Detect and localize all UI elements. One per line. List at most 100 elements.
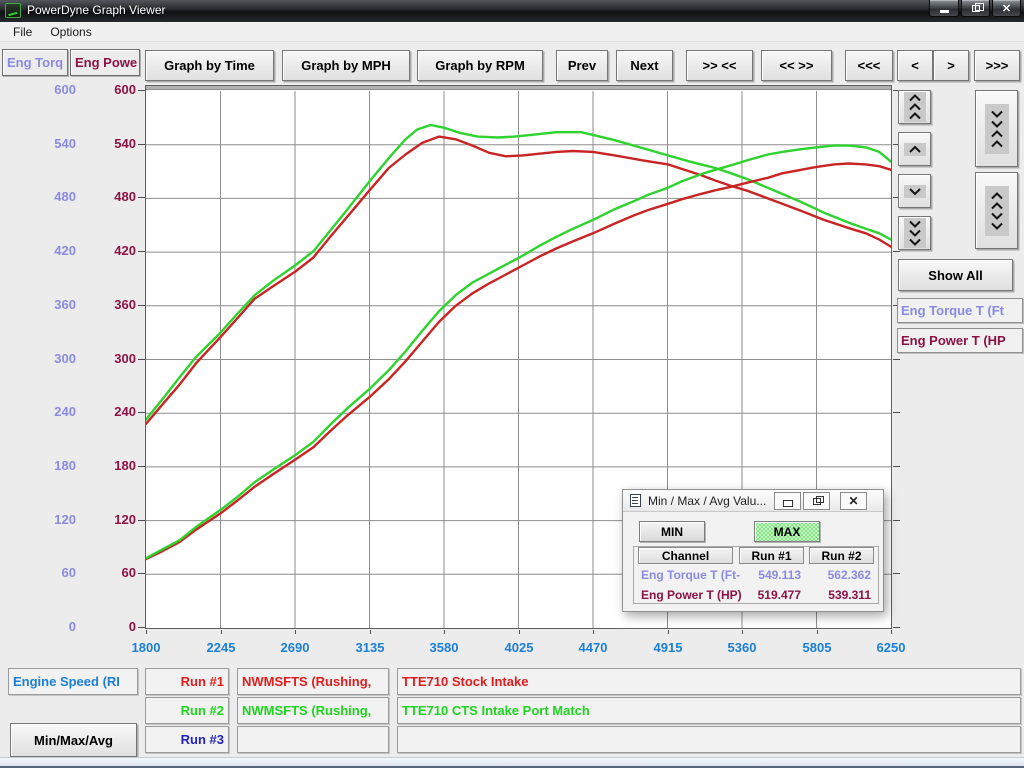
minmax-close-button[interactable]: ✕	[840, 492, 867, 510]
run3-description-box[interactable]	[397, 726, 1021, 753]
torque-channel-label[interactable]: Eng Torque T (Ft	[897, 298, 1023, 323]
minmax-close-icon: ✕	[848, 494, 858, 508]
graph-by-mph-button[interactable]: Graph by MPH	[282, 50, 410, 81]
zoom-out-x-button[interactable]: << >>	[761, 50, 832, 81]
channel-column-header[interactable]: Channel	[638, 547, 733, 564]
minmax-row-power-run2: 539.311	[811, 588, 871, 602]
collapse-range-button[interactable]	[975, 90, 1018, 167]
y-tick	[138, 359, 145, 360]
scale-up-fast-button[interactable]	[898, 90, 931, 124]
power-axis-label-300: 300	[88, 351, 136, 366]
y-tick	[138, 573, 145, 574]
scroll-far-left-button[interactable]: <<<	[845, 50, 893, 81]
chevron-triple-down-icon	[904, 218, 926, 248]
run3-label[interactable]: Run #3	[145, 726, 229, 753]
x-channel-box[interactable]: Engine Speed (RI	[8, 668, 138, 695]
chevrons-collapse-icon	[985, 104, 1009, 154]
expand-range-button[interactable]	[975, 172, 1018, 249]
scroll-far-right-button[interactable]: >>>	[974, 50, 1020, 81]
torque-axis-label-300: 300	[28, 351, 76, 366]
y-tick	[893, 251, 900, 252]
max-toggle-button[interactable]: MAX	[754, 521, 820, 542]
y-tick	[138, 305, 145, 306]
x-axis-label-3580: 3580	[414, 640, 474, 655]
x-axis-label-3135: 3135	[340, 640, 400, 655]
minmax-title-bar[interactable]: Min / Max / Avg Valu... ✕	[623, 490, 883, 512]
chevrons-expand-icon	[985, 186, 1009, 236]
minmax-minimize-button[interactable]	[774, 492, 801, 510]
zoom-in-x-button[interactable]: >> <<	[686, 50, 753, 81]
x-axis-label-4470: 4470	[563, 640, 623, 655]
window-bottom-border	[0, 757, 1024, 768]
run1-description-box[interactable]: TTE710 Stock Intake	[397, 668, 1021, 695]
y-tick	[138, 627, 145, 628]
menu-options[interactable]: Options	[41, 23, 100, 41]
power-axis-label-180: 180	[88, 458, 136, 473]
power-axis-label-480: 480	[88, 189, 136, 204]
run2-label[interactable]: Run #2	[145, 697, 229, 724]
y-tick	[893, 359, 900, 360]
power-axis-label-240: 240	[88, 404, 136, 419]
menu-bar: File Options	[0, 22, 1024, 42]
scale-down-fast-button[interactable]	[898, 216, 931, 250]
y-tick	[893, 573, 900, 574]
show-all-button[interactable]: Show All	[898, 259, 1013, 291]
close-icon: ✕	[1002, 2, 1011, 15]
power-channel-label[interactable]: Eng Power T (HP	[897, 328, 1023, 353]
scroll-right-button[interactable]: >	[933, 50, 969, 81]
restore-button[interactable]	[961, 0, 990, 17]
y-tick	[138, 90, 145, 91]
x-axis-label-2245: 2245	[191, 640, 251, 655]
prev-button[interactable]: Prev	[556, 50, 608, 81]
minmax-avg-button[interactable]: Min/Max/Avg	[10, 723, 137, 757]
run2-column-header[interactable]: Run #2	[809, 547, 874, 564]
minmax-restore-button[interactable]	[803, 492, 830, 510]
run2-source-box[interactable]: NWMSFTS (Rushing,	[237, 697, 389, 724]
power-axis-label-120: 120	[88, 512, 136, 527]
x-axis-label-5360: 5360	[712, 640, 772, 655]
minimize-button[interactable]	[929, 0, 959, 17]
minmax-row-power-run1: 519.477	[741, 588, 801, 602]
window-title: PowerDyne Graph Viewer	[27, 3, 166, 17]
minmax-window-icon	[630, 494, 641, 507]
close-button[interactable]: ✕	[992, 0, 1021, 17]
run1-column-header[interactable]: Run #1	[739, 547, 804, 564]
tab-eng-torque[interactable]: Eng Torq	[2, 49, 68, 76]
x-axis-label-1800: 1800	[116, 640, 176, 655]
minmax-window: Min / Max / Avg Valu... ✕ MIN MAX Channe…	[622, 489, 884, 612]
run1-source-box[interactable]: NWMSFTS (Rushing,	[237, 668, 389, 695]
scale-up-button[interactable]	[898, 132, 931, 166]
restore-icon	[972, 5, 980, 12]
tab-eng-power[interactable]: Eng Powe	[70, 49, 140, 76]
y-tick	[138, 412, 145, 413]
run3-source-box[interactable]	[237, 726, 389, 753]
y-tick	[138, 520, 145, 521]
x-tick	[817, 630, 818, 634]
x-axis-label-2690: 2690	[265, 640, 325, 655]
torque-axis-label-240: 240	[28, 404, 76, 419]
torque-axis-label-420: 420	[28, 243, 76, 258]
torque-axis-label-120: 120	[28, 512, 76, 527]
x-tick	[221, 630, 222, 634]
torque-axis-label-60: 60	[28, 565, 76, 580]
next-button[interactable]: Next	[616, 50, 673, 81]
scroll-left-button[interactable]: <	[897, 50, 933, 81]
x-tick	[295, 630, 296, 634]
plot-top-band	[146, 86, 891, 90]
power-axis-label-60: 60	[88, 565, 136, 580]
torque-axis-label-0: 0	[28, 619, 76, 634]
torque-axis-label-540: 540	[28, 136, 76, 151]
run1-label[interactable]: Run #1	[145, 668, 229, 695]
scale-down-button[interactable]	[898, 174, 931, 208]
minimize-icon	[940, 10, 949, 13]
menu-file[interactable]: File	[4, 23, 41, 41]
graph-by-time-button[interactable]: Graph by Time	[145, 50, 274, 81]
minmax-minimize-icon	[783, 500, 793, 507]
x-tick	[146, 630, 147, 634]
run2-description-box[interactable]: TTE710 CTS Intake Port Match	[397, 697, 1021, 724]
power-axis-label-420: 420	[88, 243, 136, 258]
graph-by-rpm-button[interactable]: Graph by RPM	[417, 50, 543, 81]
y-tick	[893, 520, 900, 521]
app-icon	[5, 3, 21, 18]
min-toggle-button[interactable]: MIN	[639, 521, 705, 542]
